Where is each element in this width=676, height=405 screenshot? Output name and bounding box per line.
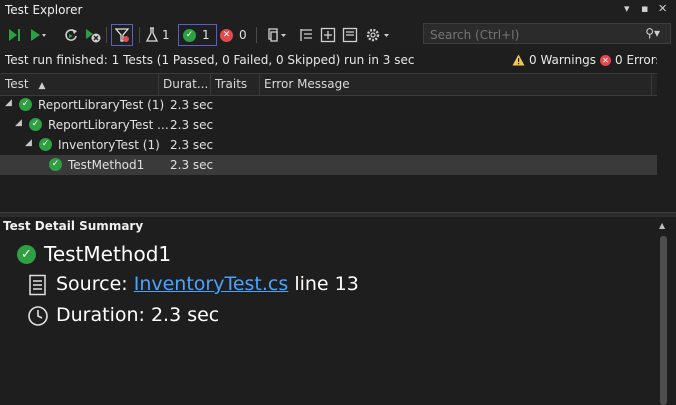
separator: [256, 27, 257, 43]
passed-count: 1: [202, 28, 210, 42]
row-duration: 2.3 sec: [170, 118, 214, 132]
tree-row-selected[interactable]: ✓ TestMethod1 2.3 sec: [0, 155, 672, 175]
filter-button[interactable]: [111, 24, 133, 46]
separator: [106, 27, 107, 43]
scroll-up-icon[interactable]: ▲: [659, 221, 665, 230]
check-icon: ✓: [17, 245, 36, 264]
filter-icon: [114, 28, 130, 42]
search-input[interactable]: [428, 25, 632, 44]
playlist-button[interactable]: [266, 25, 288, 45]
check-icon: ✓: [49, 158, 62, 171]
collapse-arrow-icon[interactable]: ◢: [15, 118, 22, 128]
row-name: ReportLibraryTest (1): [38, 98, 165, 112]
row-name: ReportLibraryTest ...: [48, 118, 169, 132]
detail-scrollbar[interactable]: ▲: [657, 218, 670, 405]
clock-icon: [28, 306, 48, 326]
source-label: Source:: [56, 273, 128, 295]
window-title: Test Explorer: [5, 3, 83, 17]
detail-summary-header: Test Detail Summary: [3, 219, 144, 233]
detail-source-line: Source: InventoryTest.cs line 13: [56, 273, 359, 295]
errors-filter[interactable]: ✕ 0 Errors: [600, 53, 662, 67]
source-file-link[interactable]: InventoryTest.cs: [134, 273, 289, 295]
row-duration: 2.3 sec: [170, 138, 214, 152]
column-error-message[interactable]: Error Message: [264, 77, 350, 91]
column-test-label: Test: [5, 77, 29, 91]
pane-splitter[interactable]: [0, 212, 676, 217]
warning-icon: [512, 54, 525, 66]
run-all-icon: [9, 29, 20, 41]
collapse-all-button[interactable]: [341, 25, 359, 45]
column-traits[interactable]: Traits: [215, 77, 247, 91]
row-duration: 2.3 sec: [170, 98, 214, 112]
search-box[interactable]: ⚲▾: [423, 23, 671, 44]
detail-test-name: TestMethod1: [44, 242, 172, 266]
gear-icon: [366, 28, 389, 42]
row-duration: 2.3 sec: [170, 158, 214, 172]
status-bar: Test run finished: 1 Tests (1 Passed, 0 …: [0, 49, 676, 71]
run-button[interactable]: [28, 25, 48, 45]
column-divider[interactable]: [210, 74, 211, 95]
sort-ascending-icon: ▲: [38, 81, 46, 91]
repeat-last-run-button[interactable]: [62, 25, 80, 45]
column-duration[interactable]: Durat...: [163, 77, 208, 91]
tree-row[interactable]: ◢ ✓ InventoryTest (1) 2.3 sec: [0, 135, 672, 155]
total-count: 1: [162, 28, 170, 42]
column-test[interactable]: Test ▲: [5, 77, 45, 91]
column-divider[interactable]: [259, 74, 260, 95]
row-name: InventoryTest (1): [58, 138, 160, 152]
error-icon: ✕: [600, 54, 611, 66]
failed-filter-button[interactable]: ✕ 0: [220, 25, 247, 45]
check-icon: ✓: [183, 28, 196, 42]
close-icon[interactable]: ✕: [658, 2, 667, 15]
row-name: TestMethod1: [68, 158, 145, 172]
flask-icon: [145, 27, 159, 42]
settings-button[interactable]: [364, 25, 392, 45]
collapse-icon: [342, 27, 358, 43]
check-icon: ✓: [19, 98, 32, 111]
pin-icon[interactable]: ▪: [641, 2, 648, 15]
failed-count: 0: [239, 28, 247, 42]
collapse-arrow-icon[interactable]: ◢: [5, 98, 12, 108]
column-divider[interactable]: [158, 74, 159, 95]
scrollbar-thumb[interactable]: [660, 236, 667, 405]
run-failed-icon: [86, 29, 101, 43]
tree-scrollbar[interactable]: [657, 49, 672, 212]
total-tests-button[interactable]: 1: [145, 25, 170, 45]
title-bar: Test Explorer ▾ ▪ ✕: [0, 0, 676, 21]
warnings-count: 0 Warnings: [529, 53, 597, 67]
separator: [139, 27, 140, 43]
check-icon: ✓: [39, 138, 52, 151]
run-summary: Test run finished: 1 Tests (1 Passed, 0 …: [5, 53, 415, 67]
playlist-icon: [268, 28, 286, 42]
error-icon: ✕: [220, 28, 233, 42]
column-divider: [651, 74, 652, 95]
dropdown-icon[interactable]: ▾: [624, 2, 630, 15]
run-failed-button[interactable]: [84, 25, 102, 45]
collapse-arrow-icon[interactable]: ◢: [25, 138, 32, 148]
search-icon[interactable]: ⚲▾: [645, 26, 660, 40]
detail-duration: Duration: 2.3 sec: [56, 304, 220, 326]
check-icon: ✓: [29, 118, 42, 131]
run-icon: [31, 29, 46, 41]
tree-row[interactable]: ◢ ✓ ReportLibraryTest (1) 2.3 sec: [0, 95, 672, 115]
source-line-number: line 13: [294, 273, 359, 295]
expand-all-button[interactable]: [319, 25, 337, 45]
errors-count: 0 Errors: [615, 53, 662, 67]
column-header-row: Test ▲ Durat... Traits Error Message: [0, 73, 672, 96]
group-by-icon: [300, 29, 312, 41]
group-by-button[interactable]: [298, 25, 316, 45]
refresh-icon: [65, 29, 77, 41]
source-file-icon: [29, 274, 46, 296]
warnings-filter[interactable]: 0 Warnings: [512, 53, 596, 67]
run-all-button[interactable]: [5, 25, 23, 45]
expand-icon: [320, 27, 336, 43]
passed-filter-button[interactable]: ✓ 1: [178, 24, 217, 46]
tree-row[interactable]: ◢ ✓ ReportLibraryTest ... 2.3 sec: [0, 115, 672, 135]
